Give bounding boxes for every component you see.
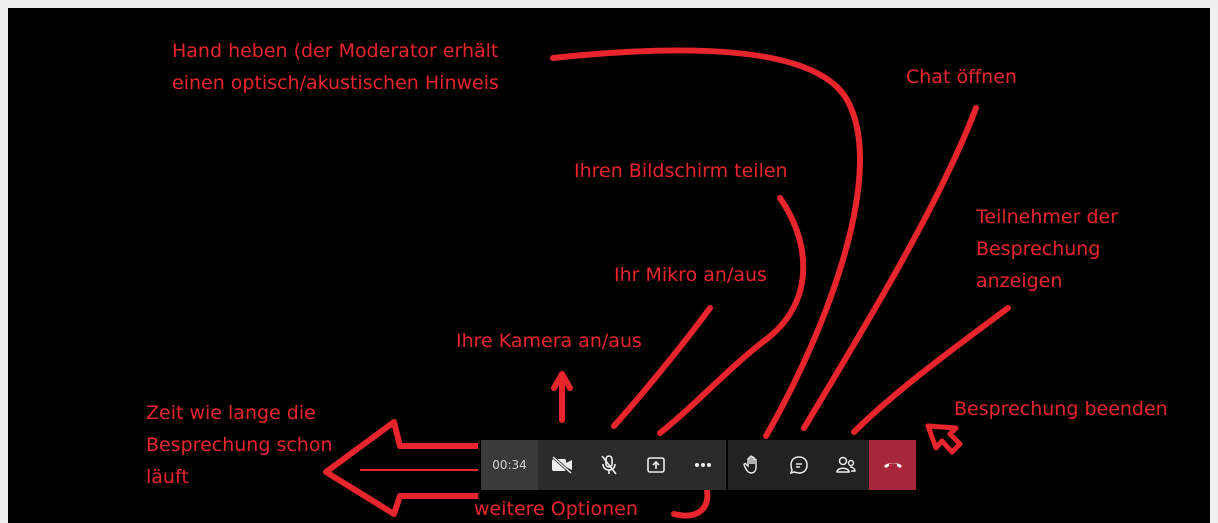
annotation-raise-hand-2: einen optisch/akustischen Hinweis: [172, 72, 499, 94]
share-screen-icon: [646, 457, 665, 473]
annotation-participants-3: anzeigen: [976, 270, 1063, 292]
arrow-raise-hand: [550, 47, 863, 439]
hang-up-button[interactable]: [869, 440, 916, 490]
people-icon: [835, 456, 856, 473]
annotation-timer-3: läuft: [146, 466, 189, 488]
annotation-end-meeting: Besprechung beenden: [954, 398, 1168, 420]
annotation-share-screen: Ihren Bildschirm teilen: [574, 160, 788, 182]
mic-off-icon: [600, 455, 617, 475]
chat-button[interactable]: [775, 440, 822, 490]
annotation-timer-2: Besprechung schon: [146, 434, 333, 456]
toolbar-main-group: 00:34: [481, 440, 726, 490]
arrow-timer: [323, 419, 478, 517]
more-options-button[interactable]: [679, 440, 726, 490]
meeting-toolbar: 00:34: [481, 440, 916, 490]
chat-icon: [789, 456, 808, 475]
annotation-participants-1: Teilnehmer der: [976, 206, 1119, 228]
arrow-more: [671, 483, 711, 519]
annotation-participants-2: Besprechung: [976, 238, 1101, 260]
arrow-end-meeting: [925, 423, 963, 455]
raise-hand-button[interactable]: [728, 440, 775, 490]
camera-toggle-button[interactable]: [538, 440, 585, 490]
hand-icon: [742, 455, 757, 474]
mic-toggle-button[interactable]: [585, 440, 632, 490]
arrow-share: [657, 195, 807, 436]
phone-hangup-icon: [883, 463, 902, 468]
meeting-stage: Hand heben (der Moderator erhält einen o…: [8, 8, 1210, 523]
toolbar-right-group: [728, 440, 916, 490]
video-off-icon: [551, 456, 572, 474]
elapsed-time: 00:34: [481, 440, 538, 490]
annotation-more-options: weitere Optionen: [474, 498, 638, 520]
more-icon: [694, 463, 711, 467]
annotation-mic: Ihr Mikro an/aus: [614, 264, 767, 286]
annotation-timer-1: Zeit wie lange die: [146, 402, 316, 424]
annotation-raise-hand: Hand heben (der Moderator erhält: [172, 40, 499, 62]
arrow-chat: [801, 105, 979, 431]
annotation-camera: Ihre Kamera an/aus: [456, 330, 642, 352]
participants-button[interactable]: [822, 440, 869, 490]
annotation-chat: Chat öffnen: [906, 66, 1017, 88]
share-screen-button[interactable]: [632, 440, 679, 490]
arrow-mic: [611, 305, 713, 429]
